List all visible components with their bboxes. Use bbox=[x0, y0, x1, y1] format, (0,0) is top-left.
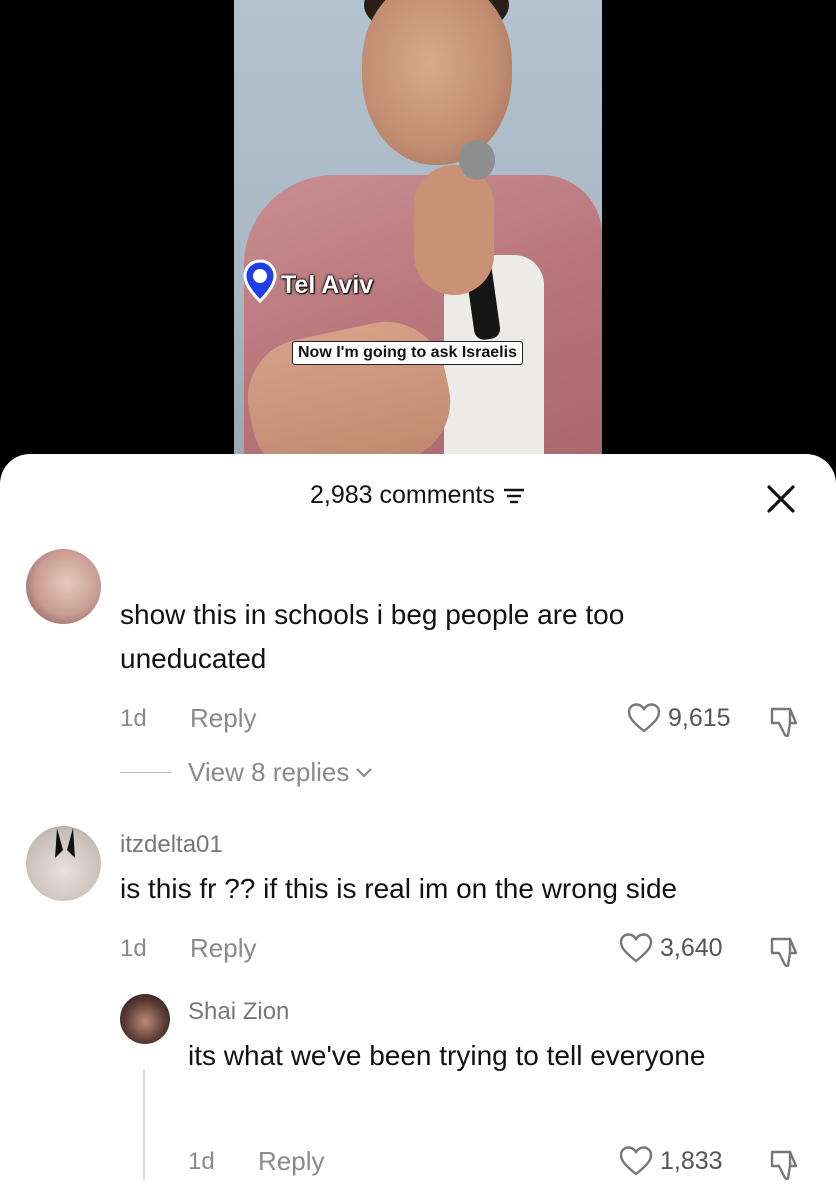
reply-button[interactable]: Reply bbox=[258, 1146, 324, 1177]
location-label: Tel Aviv bbox=[281, 270, 374, 299]
bunny-ears-image bbox=[55, 828, 75, 858]
thread-line bbox=[143, 1069, 145, 1181]
avatar[interactable] bbox=[26, 826, 101, 901]
like-button[interactable]: 3,640 bbox=[618, 932, 723, 964]
microphone-head bbox=[459, 140, 495, 180]
heart-icon bbox=[627, 703, 661, 733]
like-count: 1,833 bbox=[660, 1146, 723, 1175]
video-caption: Now I'm going to ask Israelis bbox=[292, 341, 523, 365]
view-replies-button[interactable]: View 8 replies bbox=[120, 757, 373, 788]
heart-icon bbox=[619, 1146, 653, 1176]
reply-button[interactable]: Reply bbox=[190, 933, 256, 964]
comments-header: 2,983 comments bbox=[0, 454, 836, 542]
filter-icon[interactable] bbox=[501, 483, 527, 509]
reply-username[interactable]: Shai Zion bbox=[188, 998, 289, 1026]
video-subject-hand bbox=[414, 165, 494, 295]
like-button[interactable]: 1,833 bbox=[618, 1145, 723, 1177]
dislike-icon[interactable] bbox=[768, 935, 802, 969]
location-pin-icon bbox=[243, 259, 277, 303]
reply-button[interactable]: Reply bbox=[190, 703, 256, 734]
comments-count: 2,983 comments bbox=[310, 481, 527, 510]
video-frame[interactable] bbox=[234, 0, 602, 470]
dislike-icon[interactable] bbox=[768, 705, 802, 739]
view-replies-divider bbox=[120, 772, 172, 773]
location-tag: Tel Aviv bbox=[243, 259, 373, 303]
video-subject-head bbox=[362, 0, 512, 165]
close-icon[interactable] bbox=[765, 483, 797, 515]
comments-count-label: 2,983 comments bbox=[310, 481, 495, 509]
comment-age: 1d bbox=[120, 705, 147, 732]
comment-username[interactable]: itzdelta01 bbox=[120, 831, 223, 859]
video-player[interactable]: Tel Aviv Now I'm going to ask Israelis bbox=[0, 0, 836, 470]
comment-text: show this in schools i beg people are to… bbox=[120, 599, 625, 674]
chevron-down-icon bbox=[356, 767, 373, 778]
comments-sheet: 2,983 comments show this in schools i be… bbox=[0, 454, 836, 1200]
like-count: 9,615 bbox=[668, 703, 731, 732]
heart-icon bbox=[619, 933, 653, 963]
comment-age: 1d bbox=[120, 935, 147, 962]
avatar[interactable] bbox=[26, 549, 101, 624]
avatar[interactable] bbox=[120, 994, 170, 1044]
dislike-icon[interactable] bbox=[768, 1148, 802, 1182]
like-button[interactable]: 9,615 bbox=[626, 702, 731, 734]
like-count: 3,640 bbox=[660, 933, 723, 962]
view-replies-label: View 8 replies bbox=[188, 757, 350, 787]
reply-age: 1d bbox=[188, 1148, 215, 1175]
comment-text: is this fr ?? if this is real im on the … bbox=[120, 873, 678, 904]
reply-text: its what we've been trying to tell every… bbox=[188, 1040, 706, 1071]
